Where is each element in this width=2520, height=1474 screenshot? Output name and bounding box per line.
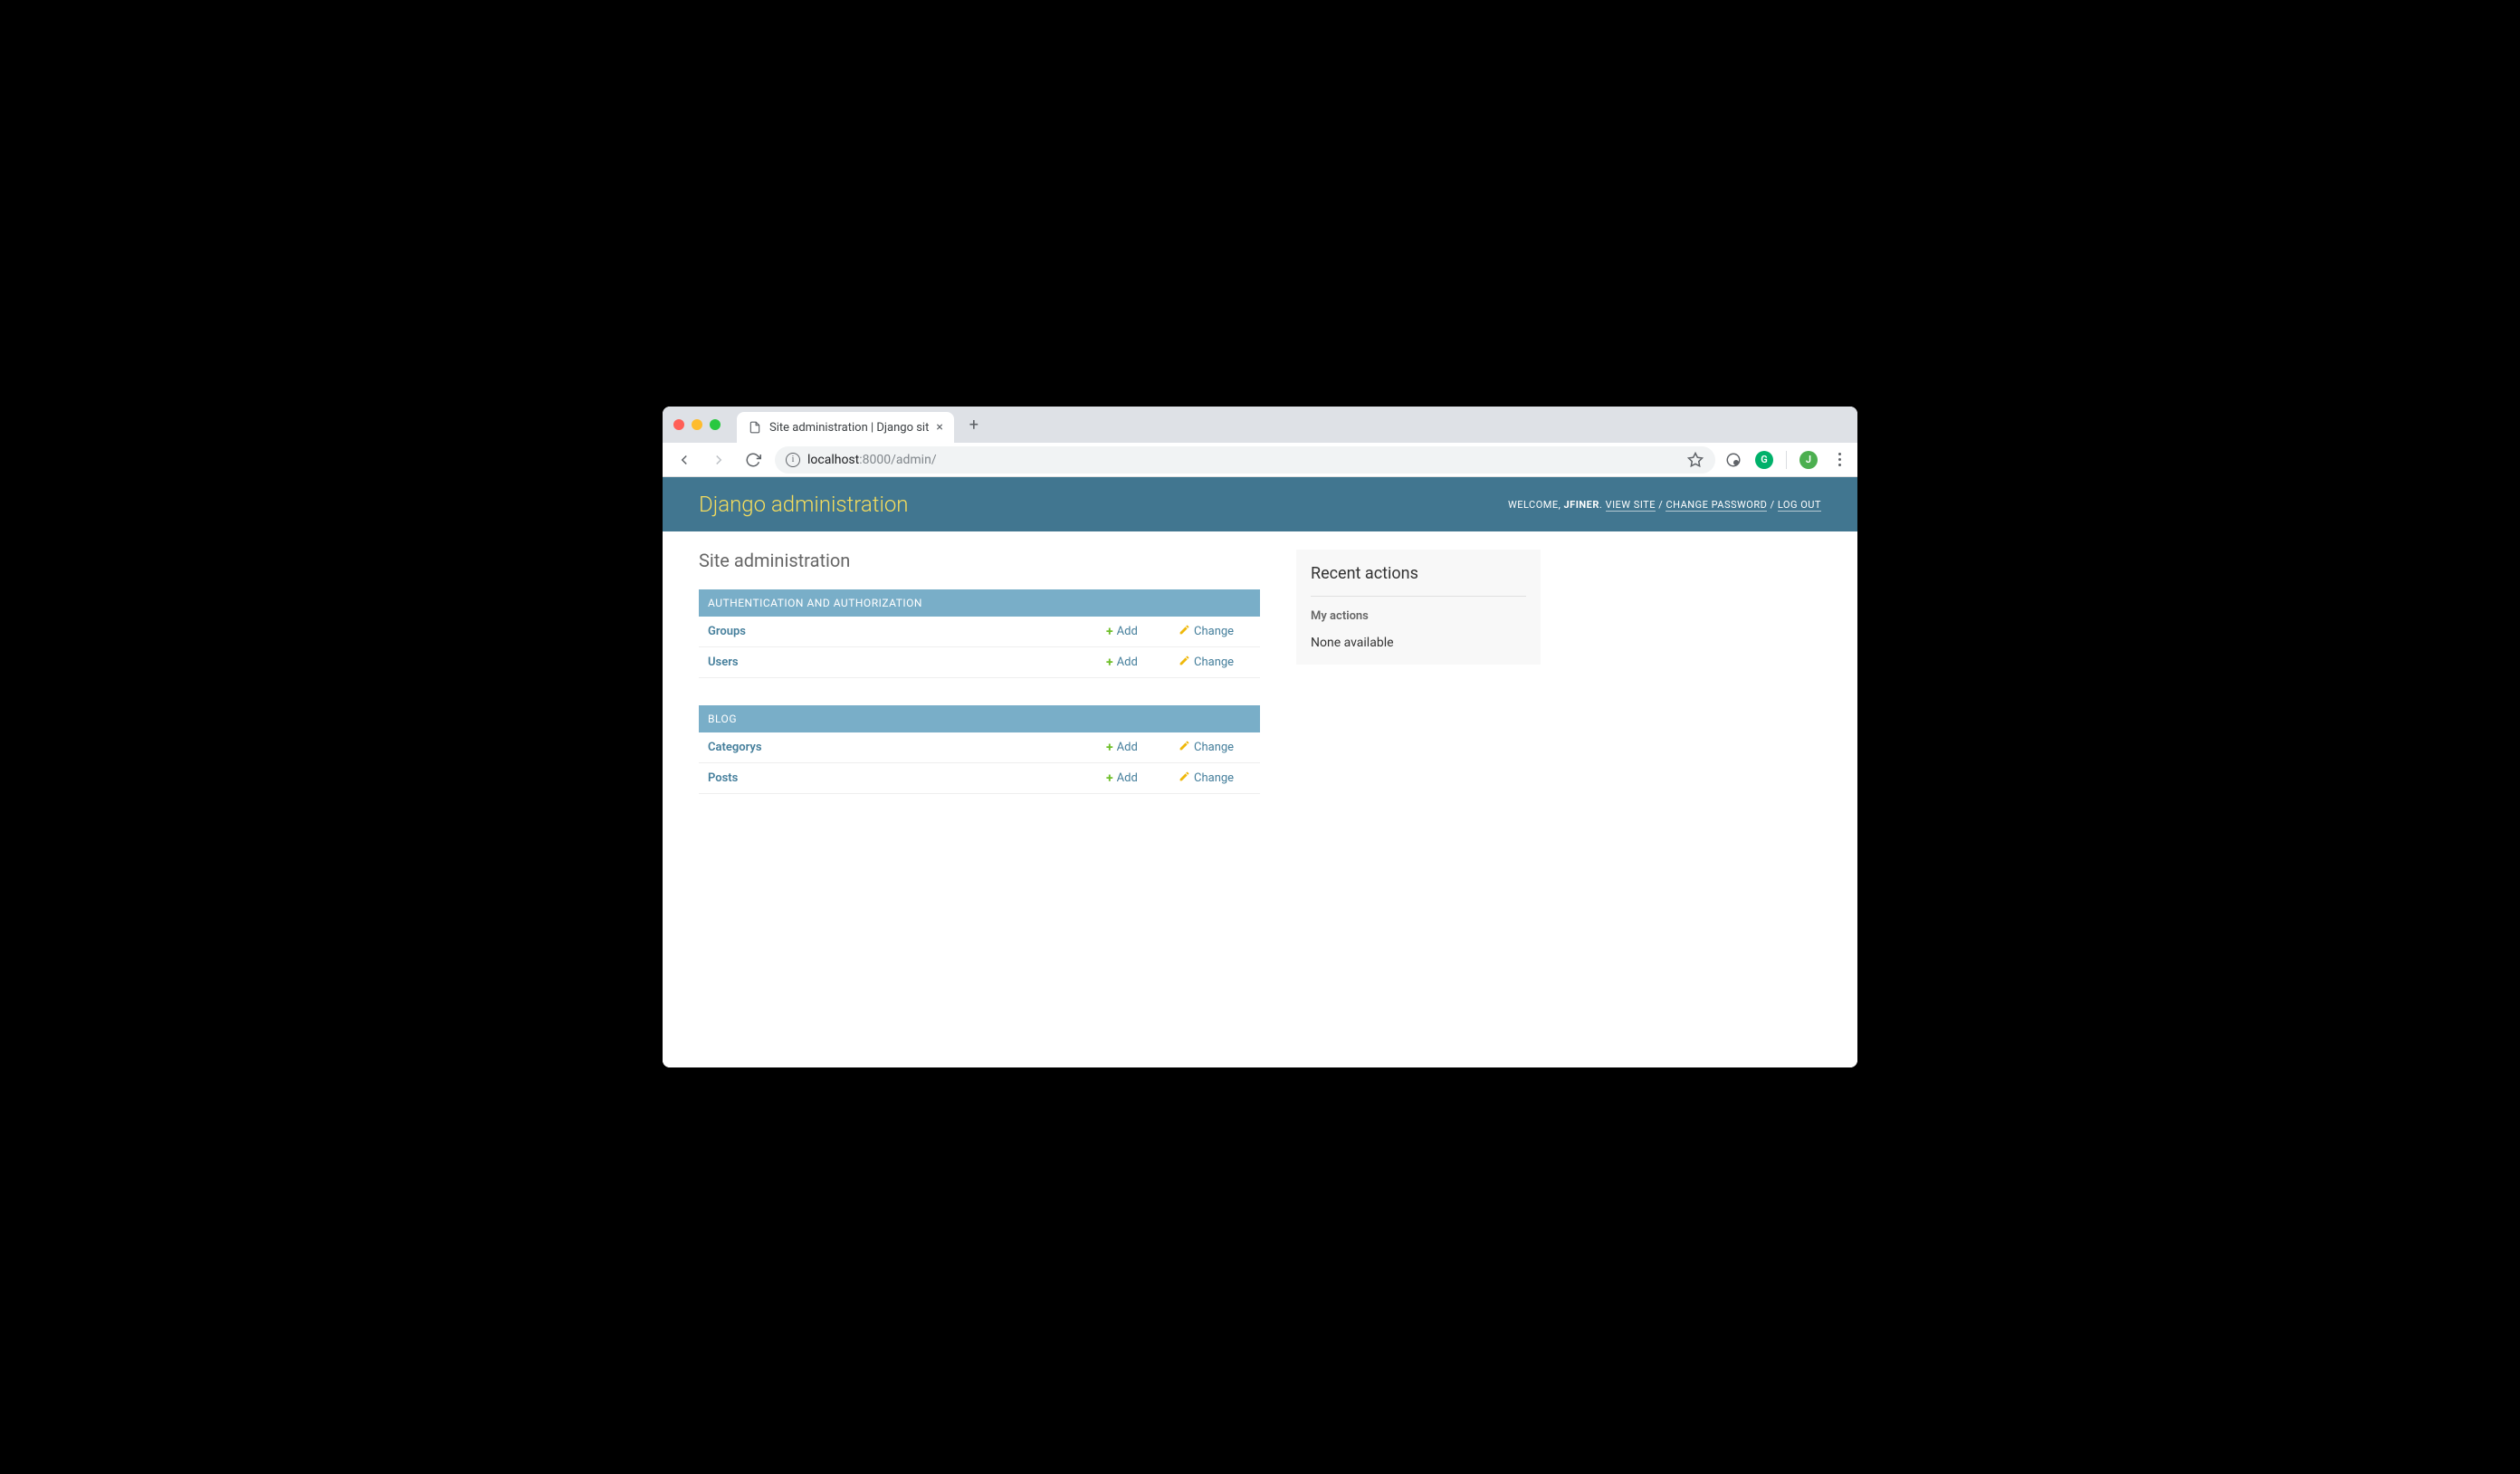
browser-tab[interactable]: Site administration | Django sit × [737,412,954,443]
my-actions-subtitle: My actions [1311,609,1526,623]
app-module: BLOGCategorys+ Add ChangePosts+ Add Chan… [699,705,1260,794]
close-tab-button[interactable]: × [936,420,942,435]
change-password-link[interactable]: CHANGE PASSWORD [1666,499,1767,512]
django-header: Django administration WELCOME, JFINER. V… [663,477,1857,531]
model-row: Groups+ Add Change [699,617,1260,647]
browser-window: Site administration | Django sit × + i l… [663,407,1857,1067]
recent-actions-panel: Recent actions My actions None available [1296,550,1541,665]
model-link[interactable]: Groups [708,625,1106,638]
model-row: Categorys+ Add Change [699,732,1260,763]
change-label: Change [1194,771,1234,785]
page-body: Site administration AUTHENTICATION AND A… [663,531,1857,839]
change-link[interactable]: Change [1179,624,1251,639]
pencil-icon [1179,655,1190,670]
reload-button[interactable] [740,447,766,473]
maximize-window-button[interactable] [710,419,721,430]
extension-icon[interactable] [1724,451,1742,469]
model-link[interactable]: Categorys [708,741,1106,754]
add-link[interactable]: + Add [1106,656,1160,670]
main-column: Site administration AUTHENTICATION AND A… [699,550,1260,821]
username: JFINER [1564,499,1599,511]
address-bar[interactable]: i localhost:8000/admin/ [775,446,1715,474]
add-label: Add [1117,741,1138,754]
app-module: AUTHENTICATION AND AUTHORIZATIONGroups+ … [699,589,1260,678]
model-link[interactable]: Posts [708,771,1106,785]
url-text: localhost:8000/admin/ [807,453,937,467]
toolbar-divider [1786,451,1787,469]
change-label: Change [1194,625,1234,638]
chrome-tabbar: Site administration | Django sit × + [663,407,1857,443]
plus-icon: + [1106,625,1113,639]
model-row: Users+ Add Change [699,647,1260,678]
window-controls [673,419,721,430]
change-link[interactable]: Change [1179,655,1251,670]
minimize-window-button[interactable] [692,419,702,430]
chrome-toolbar: i localhost:8000/admin/ G J [663,443,1857,477]
toolbar-icons: G J [1724,451,1848,469]
change-link[interactable]: Change [1179,770,1251,786]
page-title: Site administration [699,550,1260,571]
plus-icon: + [1106,741,1113,755]
tab-title: Site administration | Django sit [769,421,929,435]
no-actions-text: None available [1311,636,1526,650]
welcome-text: WELCOME, [1508,499,1564,511]
pencil-icon [1179,740,1190,755]
profile-avatar[interactable]: J [1799,451,1818,469]
recent-actions-title: Recent actions [1311,564,1526,597]
change-link[interactable]: Change [1179,740,1251,755]
model-link[interactable]: Users [708,656,1106,669]
add-label: Add [1117,771,1138,785]
add-label: Add [1117,625,1138,638]
page-content: Django administration WELCOME, JFINER. V… [663,477,1857,1067]
model-row: Posts+ Add Change [699,763,1260,794]
module-caption[interactable]: AUTHENTICATION AND AUTHORIZATION [699,589,1260,617]
pencil-icon [1179,624,1190,639]
pencil-icon [1179,770,1190,786]
add-link[interactable]: + Add [1106,771,1160,786]
change-label: Change [1194,656,1234,669]
add-link[interactable]: + Add [1106,741,1160,755]
add-label: Add [1117,656,1138,669]
close-window-button[interactable] [673,419,684,430]
bookmark-star-icon[interactable] [1686,451,1704,469]
change-label: Change [1194,741,1234,754]
forward-button[interactable] [706,447,731,473]
new-tab-button[interactable]: + [961,412,987,437]
module-caption[interactable]: BLOG [699,705,1260,732]
page-icon [748,420,762,435]
plus-icon: + [1106,771,1113,786]
plus-icon: + [1106,656,1113,670]
site-info-icon[interactable]: i [786,453,800,467]
view-site-link[interactable]: VIEW SITE [1606,499,1656,512]
back-button[interactable] [672,447,697,473]
branding-title[interactable]: Django administration [699,492,909,517]
add-link[interactable]: + Add [1106,625,1160,639]
logout-link[interactable]: LOG OUT [1778,499,1821,512]
user-tools: WELCOME, JFINER. VIEW SITE / CHANGE PASS… [1508,499,1821,511]
grammarly-extension-icon[interactable]: G [1755,451,1773,469]
chrome-menu-button[interactable] [1830,451,1848,469]
